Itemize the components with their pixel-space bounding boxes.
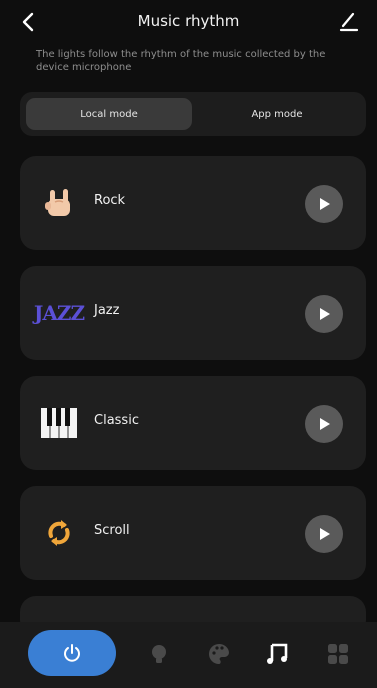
mode-toggle: Local mode App mode — [20, 92, 366, 136]
mode-card-scroll[interactable]: Scroll — [20, 486, 366, 580]
play-icon — [320, 308, 330, 320]
power-icon — [64, 644, 80, 662]
header: Music rhythm — [0, 0, 377, 46]
play-button-jazz[interactable] — [305, 295, 343, 333]
piano-keys-icon — [40, 404, 78, 442]
edit-icon[interactable] — [339, 10, 359, 32]
tab-app-mode[interactable]: App mode — [194, 98, 360, 130]
play-icon — [320, 198, 330, 210]
palette-icon[interactable] — [207, 642, 231, 666]
play-icon — [320, 528, 330, 540]
page-title: Music rhythm — [137, 12, 240, 30]
music-icon[interactable] — [266, 642, 290, 666]
scroll-arrows-icon — [40, 514, 78, 552]
mode-label: Classic — [94, 413, 139, 428]
page-description: The lights follow the rhythm of the musi… — [36, 49, 326, 73]
bottom-tab-bar — [0, 622, 377, 688]
grid-icon[interactable] — [326, 642, 350, 666]
bulb-icon[interactable] — [147, 642, 171, 666]
mode-label: Rock — [94, 193, 126, 208]
play-icon — [320, 418, 330, 430]
mode-card-classic[interactable]: Classic — [20, 376, 366, 470]
tab-local-mode[interactable]: Local mode — [26, 98, 192, 130]
play-button-rock[interactable] — [305, 185, 343, 223]
mode-label: Jazz — [94, 303, 120, 318]
power-button[interactable] — [28, 630, 116, 676]
play-button-classic[interactable] — [305, 405, 343, 443]
mode-card-jazz[interactable]: JAZZ Jazz — [20, 266, 366, 360]
rock-hand-icon — [40, 184, 78, 222]
play-button-scroll[interactable] — [305, 515, 343, 553]
mode-label: Scroll — [94, 523, 130, 538]
jazz-logo-icon: JAZZ — [33, 301, 85, 325]
mode-card-rock[interactable]: Rock — [20, 156, 366, 250]
